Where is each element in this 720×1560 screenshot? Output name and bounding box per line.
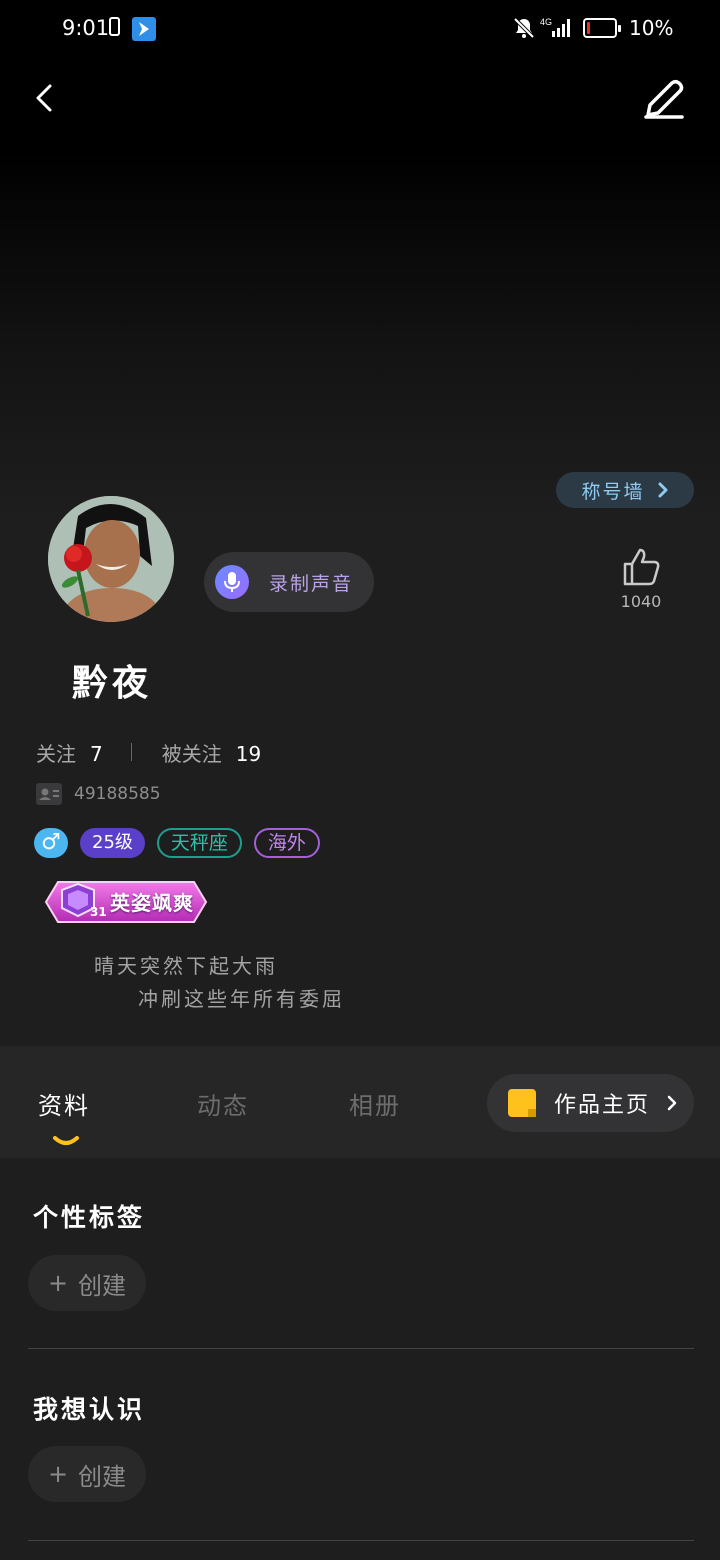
section-title-want-to-meet: 我想认识: [33, 1395, 146, 1424]
medal-level: 31: [90, 905, 107, 919]
record-voice-button[interactable]: 录制声音: [204, 552, 374, 612]
tab-info[interactable]: 资料: [38, 1086, 90, 1121]
tab-album[interactable]: 相册: [349, 1086, 401, 1121]
stats-divider: [130, 743, 132, 761]
followers-link[interactable]: 被关注 19: [162, 738, 261, 767]
region-tag: 海外: [253, 828, 320, 858]
plus-icon: +: [47, 1269, 69, 1297]
active-tab-indicator: [53, 1136, 79, 1145]
following-link[interactable]: 关注 7: [36, 738, 103, 767]
signal-icon: 4G: [540, 17, 570, 37]
follow-stats: 关注 7 被关注 19: [36, 738, 261, 766]
microphone-icon: [215, 565, 249, 599]
chevron-right-icon: [658, 482, 667, 498]
zodiac-tag: 天秤座: [156, 828, 242, 858]
male-icon: ♂: [41, 830, 61, 855]
section-title-personal-tags: 个性标签: [33, 1203, 146, 1232]
following-label: 关注: [36, 741, 76, 766]
thumbs-up-icon[interactable]: [620, 546, 662, 588]
following-count: 7: [90, 741, 103, 766]
create-label: 创建: [78, 1271, 127, 1300]
section-divider: [28, 1540, 694, 1541]
like-count: 1040: [620, 592, 662, 611]
avatar[interactable]: [48, 496, 174, 622]
works-homepage-label: 作品主页: [554, 1093, 651, 1118]
phone-icon: [109, 17, 120, 36]
create-label: 创建: [78, 1462, 127, 1491]
title-wall-button[interactable]: 称号墙: [556, 472, 694, 508]
edit-icon[interactable]: [636, 74, 692, 124]
followers-label: 被关注: [161, 741, 222, 766]
chevron-right-icon: [667, 1095, 677, 1111]
gender-badge: ♂: [34, 828, 68, 858]
medal-title: 英姿飒爽: [110, 891, 194, 915]
id-card-icon: [36, 783, 62, 805]
followers-count: 19: [235, 741, 262, 766]
user-id: 49188585: [74, 784, 161, 804]
works-homepage-button[interactable]: 作品主页: [487, 1074, 694, 1132]
title-wall-label: 称号墙: [581, 480, 645, 503]
tab-moments[interactable]: 动态: [197, 1086, 249, 1121]
plus-icon: +: [47, 1460, 69, 1488]
record-voice-label: 录制声音: [269, 572, 354, 595]
network-type: 4G: [540, 17, 552, 27]
works-icon: [508, 1089, 536, 1117]
section-divider: [28, 1348, 694, 1349]
bell-muted-icon: [513, 17, 535, 39]
bio-line-1: 晴天突然下起大雨: [94, 954, 278, 978]
back-icon[interactable]: [24, 76, 68, 120]
battery-percent: 10%: [629, 16, 674, 40]
battery-icon: [583, 18, 621, 38]
status-time: 9:01: [62, 16, 110, 40]
app-notification-icon: [132, 17, 156, 41]
profile-header-background: [0, 0, 720, 520]
user-id-row[interactable]: 49188585: [36, 783, 161, 805]
create-want-to-meet-button[interactable]: + 创建: [28, 1446, 146, 1502]
bio-line-2: 冲刷这些年所有委屈: [138, 987, 345, 1011]
nickname: 黔夜: [72, 663, 153, 704]
level-badge: 25级: [80, 828, 145, 858]
create-personal-tag-button[interactable]: + 创建: [28, 1255, 146, 1311]
profile-tags: ♂ 25级 天秤座 海外: [34, 828, 320, 858]
